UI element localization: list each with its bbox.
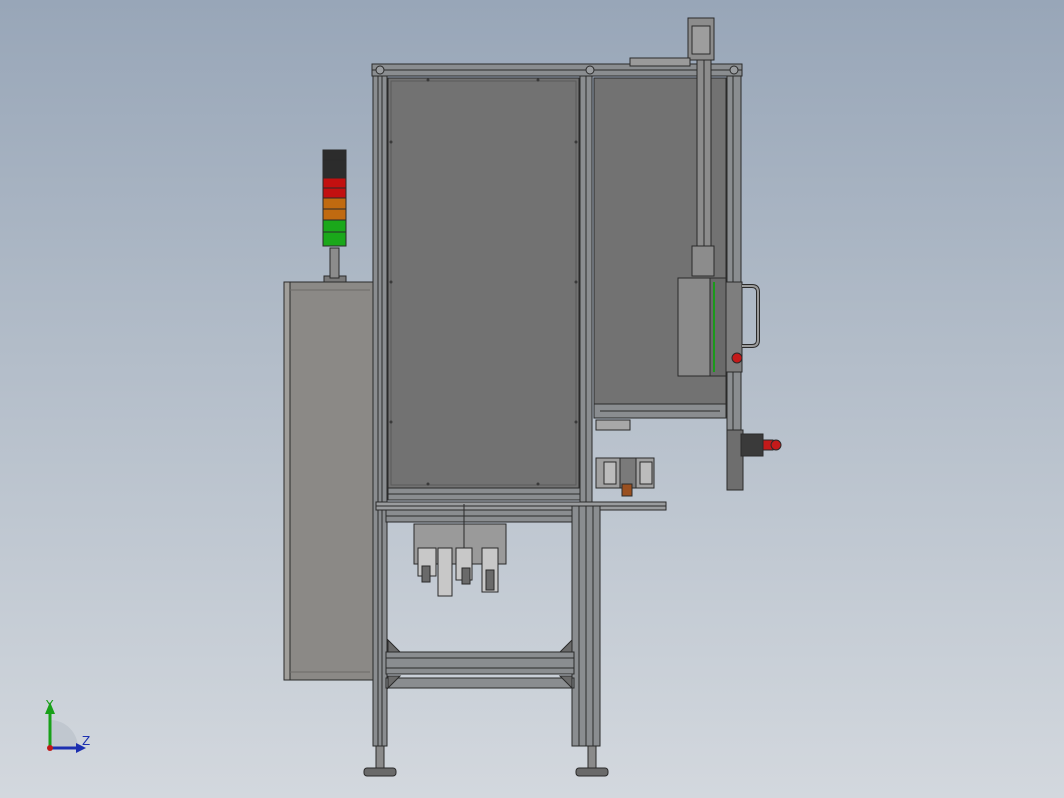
estop-box	[726, 429, 764, 491]
frame-legs	[571, 505, 601, 747]
machine-model[interactable]	[0, 0, 1064, 798]
guard-panel-left	[387, 77, 580, 489]
signal-tower	[322, 149, 347, 283]
sensor-cluster	[595, 419, 655, 497]
frame-left-post	[372, 75, 388, 747]
cad-viewport[interactable]: Y Z	[0, 0, 1064, 798]
leveling-feet	[363, 745, 609, 777]
z-axis-label: Z	[82, 734, 91, 748]
frame-middle-post	[579, 75, 593, 507]
door-handle[interactable]	[742, 284, 760, 348]
electrical-cabinet[interactable]	[283, 281, 377, 681]
tool-head	[677, 277, 743, 377]
tower-segment-green	[322, 219, 347, 247]
y-axis-label: Y	[46, 698, 54, 712]
indicator-button[interactable]	[731, 352, 743, 364]
emergency-stop-button[interactable]	[762, 439, 782, 451]
frame-mid-beam	[385, 509, 575, 523]
tower-segment-black	[322, 149, 347, 179]
frame-lower-beam	[385, 638, 575, 690]
triad-origin	[47, 745, 53, 751]
